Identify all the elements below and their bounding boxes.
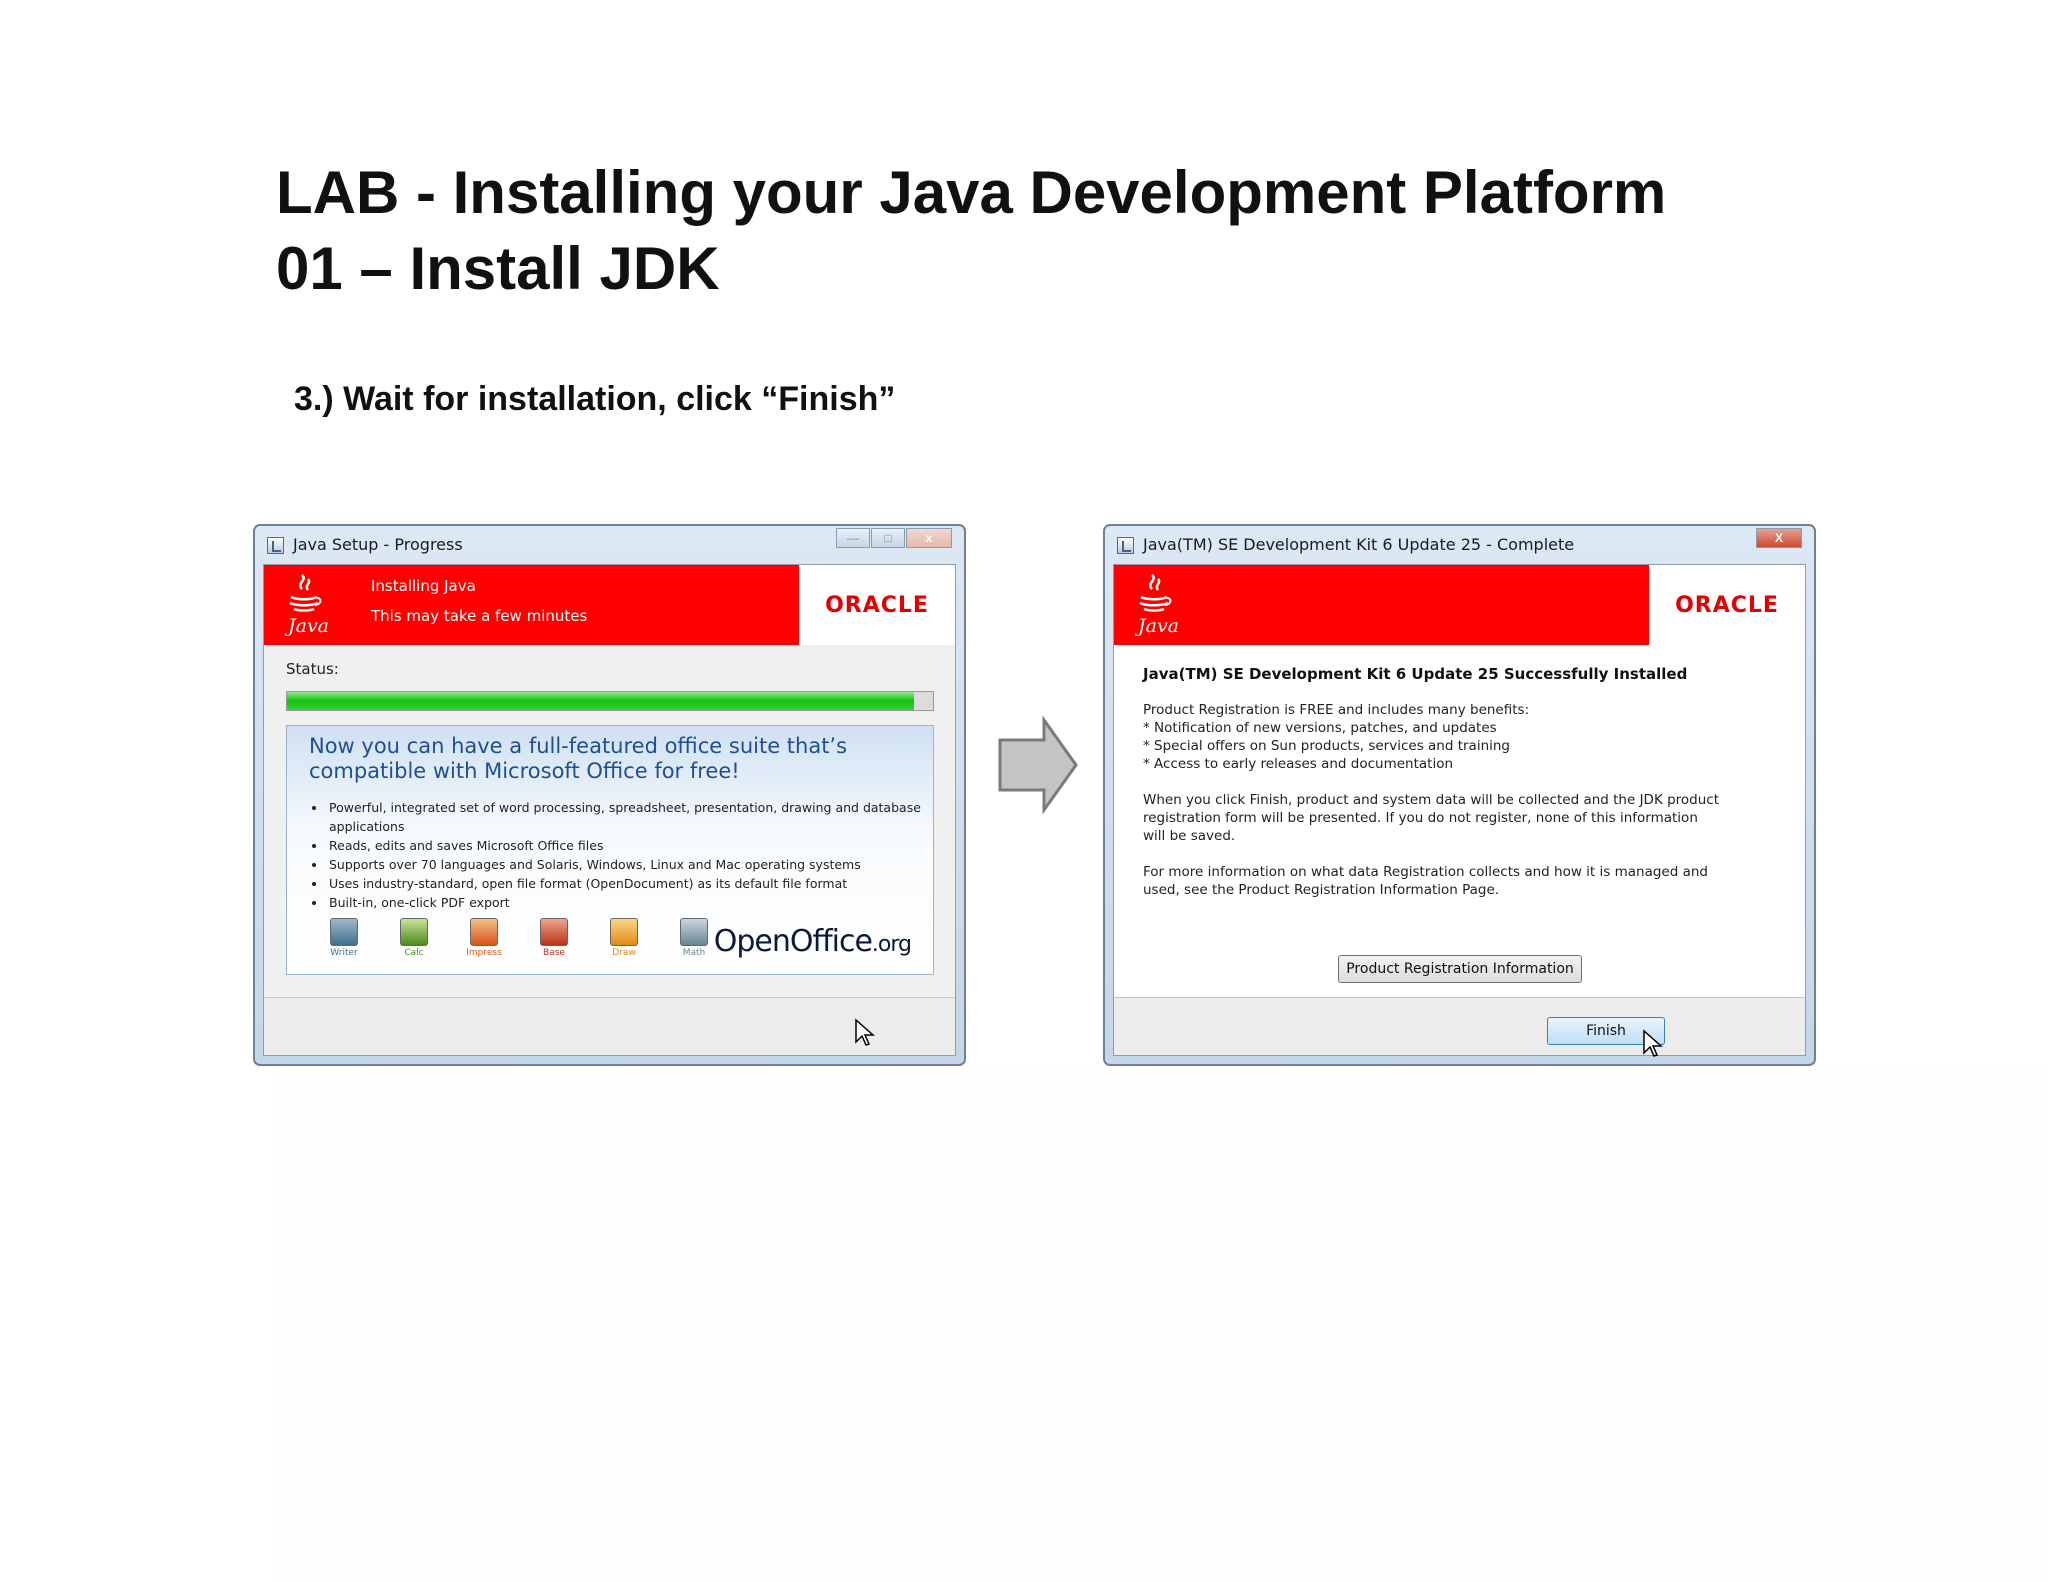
window-client: Java Installing Java This may take a few… — [263, 564, 956, 1056]
mouse-cursor-icon — [1643, 1029, 1663, 1057]
java-wordmark: Java — [1138, 615, 1180, 637]
ad-bullet-list: Powerful, integrated set of word process… — [309, 798, 933, 912]
ad-bullet: Powerful, integrated set of word process… — [327, 798, 933, 836]
java-setup-progress-window: Java Setup - Progress — □ x Java Install… — [253, 524, 966, 1066]
ad-bullet: Reads, edits and saves Microsoft Office … — [327, 836, 933, 855]
window-title: Java(TM) SE Development Kit 6 Update 25 … — [1143, 535, 1575, 554]
java-cup-icon — [1139, 574, 1172, 612]
math-icon — [680, 918, 708, 946]
step-instruction: 3.) Wait for installation, click “Finish… — [294, 380, 896, 418]
writer-icon — [330, 918, 358, 946]
java-wordmark: Java — [288, 615, 330, 637]
footer-area — [1114, 998, 1805, 1055]
more-info-text: For more information on what data Regist… — [1143, 864, 1708, 898]
success-heading: Java(TM) SE Development Kit 6 Update 25 … — [1143, 665, 1688, 683]
base-icon — [540, 918, 568, 946]
complete-body: Java(TM) SE Development Kit 6 Update 25 … — [1114, 645, 1805, 997]
benefit-item: * Special offers on Sun products, servic… — [1143, 738, 1511, 754]
flow-arrow-icon — [998, 716, 1078, 814]
calc-icon — [400, 918, 428, 946]
finish-note: When you click Finish, product and syste… — [1143, 792, 1720, 844]
benefit-item: * Notification of new versions, patches,… — [1143, 720, 1497, 736]
app-label: Impress — [466, 948, 502, 958]
app-calc: Calc — [379, 918, 449, 958]
window-client: Java ORACLE Java(TM) SE Development Kit … — [1113, 564, 1806, 1057]
window-controls: X — [1755, 528, 1802, 548]
install-progress-bar — [286, 691, 934, 711]
installer-icon — [267, 537, 284, 554]
oracle-logo: ORACLE — [1675, 593, 1779, 618]
app-label: Calc — [404, 948, 424, 958]
oracle-logo-box: ORACLE — [799, 565, 955, 645]
java-banner: Java Installing Java This may take a few… — [264, 565, 955, 645]
java-logo: Java — [1128, 571, 1180, 641]
close-button[interactable]: x — [906, 528, 952, 548]
status-label: Status: — [286, 660, 339, 678]
product-registration-info-button[interactable]: Product Registration Information — [1338, 955, 1582, 983]
java-cup-icon — [289, 574, 322, 612]
titlebar[interactable]: Java Setup - Progress — □ x — [255, 526, 964, 564]
jdk-complete-window: Java(TM) SE Development Kit 6 Update 25 … — [1103, 524, 1816, 1066]
oracle-logo-box: ORACLE — [1649, 565, 1805, 645]
banner-subheading: This may take a few minutes — [371, 607, 588, 625]
ad-bullet: Built-in, one-click PDF export — [327, 893, 933, 912]
benefits-block: Product Registration is FREE and include… — [1143, 701, 1723, 773]
draw-icon — [610, 918, 638, 946]
installer-icon — [1117, 537, 1134, 554]
progress-fill — [287, 692, 914, 710]
benefit-item: * Access to early releases and documenta… — [1143, 756, 1454, 772]
oracle-logo: ORACLE — [825, 593, 929, 618]
app-label: Draw — [612, 948, 636, 958]
lower-panel — [274, 1070, 2048, 1582]
app-base: Base — [519, 918, 589, 958]
app-draw: Draw — [589, 918, 659, 958]
ad-bullet: Uses industry-standard, open file format… — [327, 874, 933, 893]
minimize-button[interactable]: — — [836, 528, 870, 548]
openoffice-ad[interactable]: Now you can have a full-featured office … — [286, 725, 934, 975]
mouse-cursor-icon — [855, 1018, 875, 1046]
java-logo: Java — [278, 571, 330, 641]
openoffice-app-icons: Writer Calc Impress Base Draw Math — [309, 918, 729, 958]
java-banner: Java ORACLE — [1114, 565, 1805, 645]
slide-title-line-1: LAB - Installing your Java Development P… — [276, 159, 1667, 226]
banner-heading: Installing Java — [371, 577, 476, 595]
app-label: Base — [543, 948, 565, 958]
app-label: Writer — [330, 948, 358, 958]
window-title: Java Setup - Progress — [293, 535, 463, 554]
ad-headline: Now you can have a full-featured office … — [309, 734, 848, 783]
footer-area — [264, 998, 955, 1055]
openoffice-logo-suffix: .org — [871, 932, 912, 957]
maximize-button[interactable]: □ — [871, 528, 905, 548]
impress-icon — [470, 918, 498, 946]
benefits-intro: Product Registration is FREE and include… — [1143, 702, 1530, 718]
window-controls: — □ x — [835, 528, 952, 548]
openoffice-logo-main: OpenOffice — [713, 924, 873, 959]
app-impress: Impress — [449, 918, 519, 958]
slide-title: LAB - Installing your Java Development P… — [276, 155, 1666, 307]
slide-title-line-2: 01 – Install JDK — [276, 235, 720, 302]
app-writer: Writer — [309, 918, 379, 958]
ad-bullet: Supports over 70 languages and Solaris, … — [327, 855, 933, 874]
close-button[interactable]: X — [1756, 528, 1802, 548]
titlebar[interactable]: Java(TM) SE Development Kit 6 Update 25 … — [1105, 526, 1814, 564]
openoffice-logo: OpenOffice.org — [713, 924, 912, 959]
